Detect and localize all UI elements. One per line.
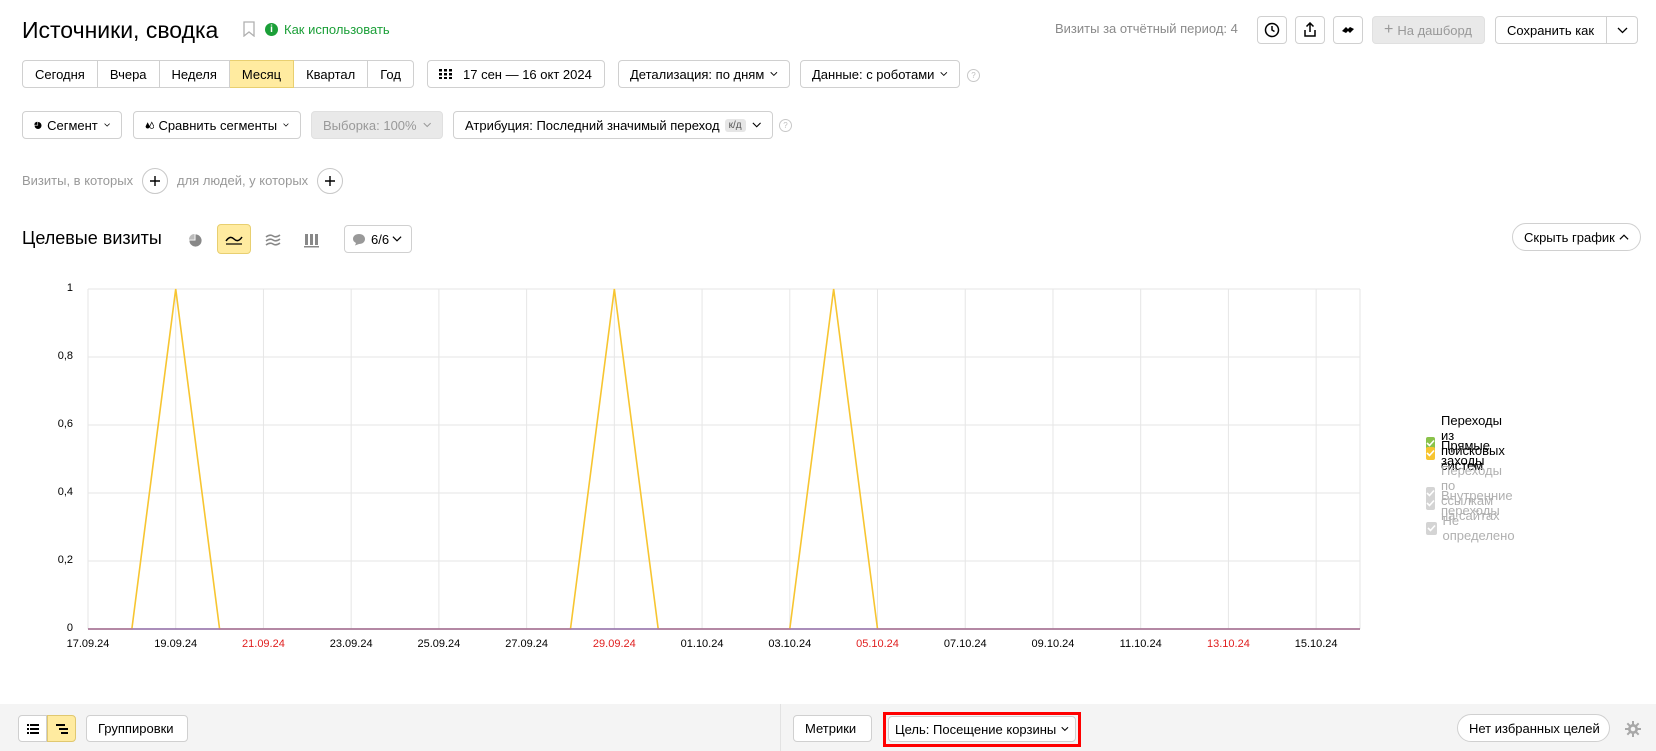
list-view-button[interactable] <box>18 715 47 742</box>
legend-item[interactable]: Не определено <box>1426 513 1517 543</box>
metrics-button[interactable]: Метрики <box>793 715 872 742</box>
x-tick-label: 15.10.24 <box>1294 638 1338 650</box>
legend-checkbox[interactable] <box>1426 521 1437 535</box>
no-favorite-goals-button[interactable]: Нет избранных целей <box>1457 714 1610 742</box>
tree-view-button[interactable] <box>47 715 76 742</box>
x-tick-label: 23.09.24 <box>329 638 373 650</box>
x-tick-label: 17.09.24 <box>66 638 110 650</box>
x-tick-label: 27.09.24 <box>505 638 549 650</box>
footer-divider <box>780 704 781 751</box>
report-footer: Группировки Метрики Цель: Посещение корз… <box>0 704 1656 751</box>
list-icon <box>26 723 39 734</box>
tree-list-icon <box>55 723 68 734</box>
chevron-down-icon <box>1061 726 1069 732</box>
x-tick-label: 29.09.24 <box>592 638 636 650</box>
x-tick-label: 03.10.24 <box>768 638 812 650</box>
x-tick-label: 19.09.24 <box>154 638 198 650</box>
x-tick-label: 25.09.24 <box>417 638 461 650</box>
goal-dropdown[interactable]: Цель: Посещение корзины <box>888 716 1076 742</box>
gear-icon[interactable] <box>1625 721 1641 737</box>
x-tick-label: 09.10.24 <box>1031 638 1075 650</box>
goal-label: Цель: Посещение корзины <box>895 721 1057 737</box>
x-tick-label: 05.10.24 <box>856 638 899 650</box>
line-chart <box>87 288 1361 630</box>
x-tick-label: 07.10.24 <box>943 638 987 650</box>
x-tick-label: 01.10.24 <box>680 638 724 650</box>
series-line <box>88 288 1360 630</box>
no-favorite-goals-label: Нет избранных целей <box>1469 720 1600 736</box>
legend-checkbox[interactable] <box>1426 496 1435 510</box>
x-tick-label: 21.09.24 <box>242 638 285 650</box>
metrics-label: Метрики <box>805 721 857 736</box>
legend-label: Не определено <box>1442 513 1515 543</box>
groupings-label: Группировки <box>98 721 174 736</box>
x-tick-label: 11.10.24 <box>1119 638 1162 650</box>
groupings-button[interactable]: Группировки <box>86 715 188 742</box>
x-tick-label: 13.10.24 <box>1206 638 1250 650</box>
legend-checkbox[interactable] <box>1426 446 1435 460</box>
